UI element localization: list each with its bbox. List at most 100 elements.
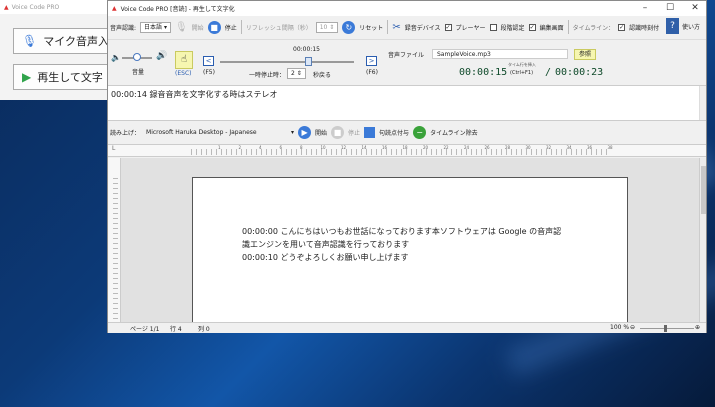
recognition-scrollbar[interactable] [699, 86, 706, 120]
time-mark-checkbox[interactable]: ✓ [618, 23, 626, 31]
scrollbar-thumb[interactable] [701, 166, 706, 214]
zoom-level: 100 % [610, 324, 630, 331]
help-label: 使い方 [681, 23, 700, 31]
document-line: 00:00:00 こんにちはいつもお世話になっております本ソフトウェアは Goo… [242, 227, 562, 236]
esc-shortcut-label: (ESC) [175, 70, 192, 77]
stop-recognition-button[interactable]: 停止 [225, 23, 237, 32]
readaloud-start-button[interactable]: 開始 [315, 128, 327, 137]
ruler-tick-label: 18 [402, 145, 408, 150]
help-button[interactable]: ? 使い方 [665, 18, 700, 34]
refresh-interval-spinner[interactable]: 10 ⇕ [315, 21, 339, 33]
f6-shortcut-label: (F6) [366, 69, 378, 76]
status-bar: ページ 1/1 行 4 列 0 100 % ⊖ ⊕ [108, 322, 706, 333]
ruler-tick-label: 20 [423, 145, 429, 150]
recognition-text-area[interactable]: 00:00:14 録音音声を文字化する時はステレオ [108, 85, 706, 121]
reset-icon[interactable]: ↻ [342, 20, 356, 34]
forward-button[interactable]: > [366, 56, 377, 66]
timeline-label: タイムライン： [572, 24, 615, 32]
ruler-tick-label: 10 [320, 145, 326, 150]
play-store-icon: ▶ [22, 70, 32, 84]
document-editor[interactable]: 00:00:00 こんにちはいつもお世話になっております本ソフトウェアは Goo… [108, 158, 699, 322]
microphone-icon: 🎙 [174, 21, 188, 33]
current-time: 00:00:15 [459, 67, 508, 78]
readaloud-label: 読み上げ： [110, 129, 141, 137]
readaloud-toolbar: 読み上げ： Microsoft Haruka Desktop - Japanes… [108, 124, 706, 140]
sync-checkbox[interactable] [489, 23, 497, 31]
mic-input-button[interactable]: 🎙 マイク音声入 [13, 28, 113, 54]
punctuation-icon[interactable] [364, 126, 376, 138]
titlebar: ▲ Voice Code PRO [音読] - 再生して文字化 – ☐ ✕ [108, 1, 706, 16]
zoom-track[interactable] [640, 328, 694, 329]
voice-select[interactable]: Microsoft Haruka Desktop - Japanese ▾ [144, 127, 294, 138]
zoom-in-icon[interactable]: ⊕ [695, 324, 700, 331]
playback-transcribe-button[interactable]: ▶ 再生して文字 [13, 64, 113, 90]
document-line: 識エンジンを用いて音声認識を行っております [242, 240, 410, 249]
main-window: ▲ Voice Code PRO [音読] - 再生して文字化 – ☐ ✕ 音声… [107, 0, 707, 333]
recognition-text: 00:00:14 録音音声を文字化する時はステレオ [111, 90, 278, 99]
pause-rewind-label: 一時停止時： [249, 72, 286, 79]
chevron-right-icon: > [368, 57, 375, 65]
pause-rewind-spinner[interactable]: 2 ⇕ [287, 68, 306, 79]
start-recognition-button[interactable]: 開始 [192, 23, 204, 32]
play-icon[interactable]: ▶ [298, 125, 312, 139]
browse-button[interactable]: 参照 [574, 49, 596, 60]
document-page[interactable]: 00:00:00 こんにちはいつもお世話になっております本ソフトウェアは Goo… [192, 177, 628, 322]
playback-seek-track[interactable] [220, 61, 354, 63]
rewind-button[interactable]: < [203, 56, 214, 66]
stop-icon[interactable]: ■ [331, 125, 345, 139]
toolbar-divider [387, 20, 389, 34]
column-indicator: 列 0 [198, 326, 210, 333]
pause-rewind-suffix: 秒戻る [313, 72, 332, 79]
audio-file-label: 音声ファイル [388, 52, 425, 59]
app-logo-icon: ▲ [4, 3, 9, 11]
recognition-toolbar: 音声認識: 日本語 ▾ 🎙 開始 ■ 停止 リフレッシュ間隔（秒） 10 ⇕ ↻… [108, 17, 706, 37]
playback-position-time: 00:00:15 [293, 46, 320, 53]
browse-label: 参照 [578, 51, 591, 58]
f5-shortcut-label: (F5) [203, 69, 215, 76]
player-checkbox[interactable]: ✓ [444, 23, 452, 31]
audio-file-input[interactable]: SampleVoice.mp3 [432, 49, 568, 59]
zoom-out-icon[interactable]: ⊖ [630, 324, 635, 331]
ruler-tick-label: 4 [259, 145, 262, 150]
minimize-button[interactable]: – [633, 1, 657, 15]
playback-seek-thumb[interactable] [305, 57, 312, 66]
vertical-ruler-ticks [113, 178, 118, 322]
volume-slider-thumb[interactable] [133, 53, 141, 61]
pause-rewind-value: 2 [291, 70, 295, 77]
background-window[interactable]: ▲ Voice Code PRO 🎙 マイク音声入 ▶ 再生して文字 [0, 0, 113, 100]
microphone-icon: 🎙 [22, 34, 38, 48]
stop-icon[interactable]: ■ [207, 20, 221, 34]
speaker-high-icon: 🔊 [156, 51, 168, 61]
chevron-left-icon: < [205, 57, 212, 65]
readaloud-stop-button[interactable]: 停止 [348, 128, 360, 137]
player-panel: 🔈 🔊 音量 ☝ (ESC) < (F5) 00:00:15 一時停止時： 2 … [108, 39, 706, 81]
window-title: Voice Code PRO [音読] - 再生して文字化 [120, 6, 235, 13]
maximize-button[interactable]: ☐ [658, 1, 682, 15]
background-window-titlebar: ▲ Voice Code PRO [0, 0, 109, 14]
document-scrollbar[interactable] [699, 158, 706, 322]
close-button[interactable]: ✕ [683, 1, 707, 15]
ruler-tick-label: 38 [607, 145, 613, 150]
ruler-tick-label: 28 [505, 145, 511, 150]
playback-transcribe-label: 再生して文字 [37, 71, 103, 84]
insert-time-label: タイム行を挿入 [508, 62, 536, 67]
total-time: 00:00:23 [555, 67, 604, 78]
recording-device-button[interactable]: 録音デバイス [405, 23, 441, 32]
reset-button[interactable]: リセット [359, 23, 383, 32]
ruler-tick-label: 22 [443, 145, 449, 150]
insert-time-shortcut: (Ctrl+F1) [510, 70, 534, 76]
ruler-tick-label: 34 [566, 145, 572, 150]
timeline-remove-button[interactable]: タイムライン除去 [430, 128, 478, 137]
edit-screen-checkbox[interactable]: ✓ [528, 23, 536, 31]
punctuation-button[interactable]: 句読点付与 [379, 128, 409, 137]
ruler-tick-label: 16 [382, 145, 388, 150]
timeline-remove-icon[interactable]: − [413, 125, 427, 139]
refresh-interval-value: 10 [319, 23, 328, 31]
language-select[interactable]: 日本語 ▾ [140, 21, 171, 33]
zoom-thumb[interactable] [664, 325, 667, 332]
volume-label: 音量 [132, 69, 145, 76]
line-indicator: 行 4 [170, 326, 182, 333]
vertical-ruler [108, 158, 121, 322]
language-value: 日本語 [144, 23, 163, 31]
play-pause-button[interactable]: ☝ [175, 51, 193, 69]
